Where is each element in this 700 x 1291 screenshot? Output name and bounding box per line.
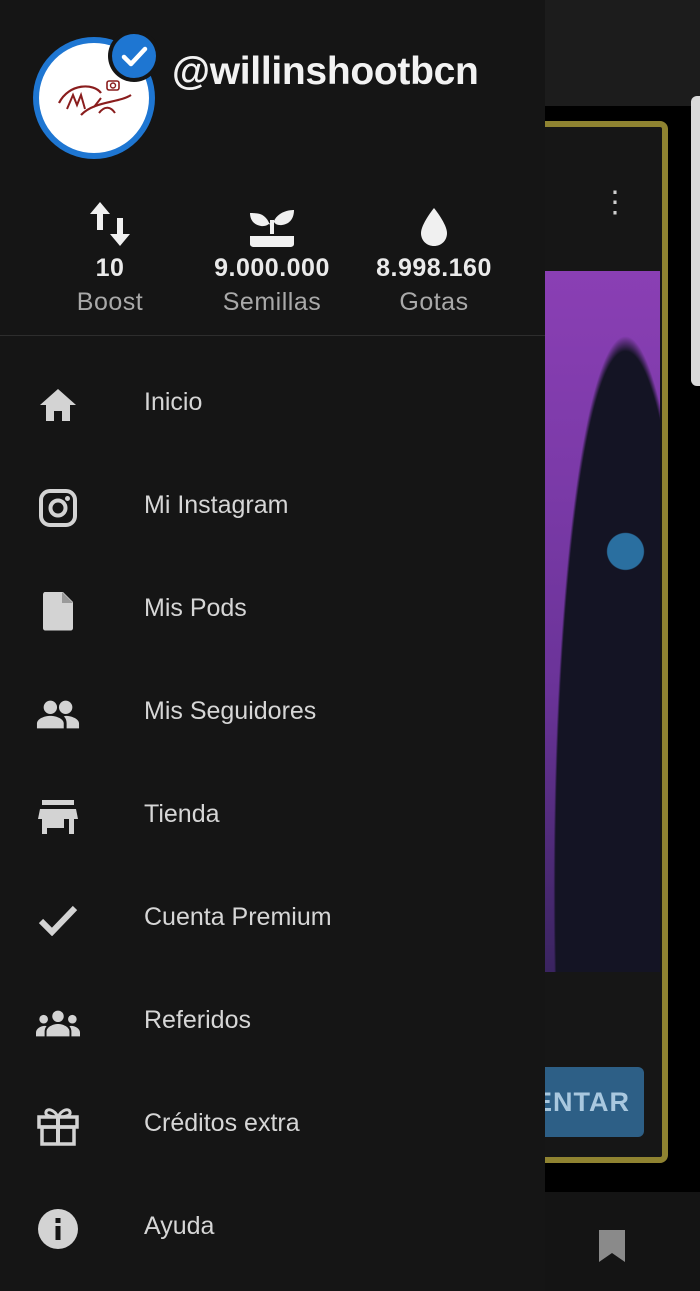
verified-badge-icon bbox=[108, 30, 160, 82]
menu-item-inicio[interactable]: Inicio bbox=[0, 353, 545, 456]
menu-item-tienda[interactable]: Tienda bbox=[0, 765, 545, 868]
instagram-icon bbox=[39, 489, 77, 527]
menu-item-label: Créditos extra bbox=[144, 1109, 300, 1137]
stat-label: Gotas bbox=[399, 288, 469, 316]
store-icon bbox=[38, 800, 78, 834]
menu-item-mis-seguidores[interactable]: Mis Seguidores bbox=[0, 662, 545, 765]
menu-item-label: Ayuda bbox=[144, 1212, 215, 1240]
stat-semillas[interactable]: 9.000.000 Semillas bbox=[187, 196, 357, 320]
scrollbar[interactable] bbox=[691, 96, 700, 386]
menu-item-label: Mi Instagram bbox=[144, 491, 289, 519]
info-icon bbox=[38, 1209, 78, 1249]
menu-item-mis-pods[interactable]: Mis Pods bbox=[0, 559, 545, 662]
menu-item-cuenta-premium[interactable]: Cuenta Premium bbox=[0, 868, 545, 971]
water-drop-icon bbox=[421, 208, 447, 246]
menu-item-label: Inicio bbox=[144, 388, 203, 416]
stat-gotas[interactable]: 8.998.160 Gotas bbox=[349, 196, 519, 320]
stat-boost[interactable]: 10 Boost bbox=[25, 196, 195, 320]
divider bbox=[0, 335, 545, 336]
stat-value: 9.000.000 bbox=[214, 254, 330, 282]
background-post-image bbox=[545, 271, 660, 972]
home-icon bbox=[40, 389, 76, 421]
menu-item-label: Referidos bbox=[144, 1006, 251, 1034]
menu-item-creditos-extra[interactable]: Créditos extra bbox=[0, 1074, 545, 1177]
bookmark-icon[interactable] bbox=[597, 1228, 627, 1264]
stat-label: Boost bbox=[76, 288, 144, 316]
more-options-icon[interactable]: ⋮ bbox=[600, 183, 630, 223]
menu-item-label: Cuenta Premium bbox=[144, 903, 332, 931]
people-icon bbox=[36, 700, 80, 729]
check-icon bbox=[38, 905, 78, 936]
username[interactable]: @willinshootbcn bbox=[172, 50, 479, 94]
stat-label: Semillas bbox=[222, 288, 322, 316]
file-icon bbox=[43, 592, 73, 631]
menu-item-label: Mis Seguidores bbox=[144, 697, 317, 725]
stat-value: 8.998.160 bbox=[376, 254, 492, 282]
menu-item-referidos[interactable]: Referidos bbox=[0, 971, 545, 1074]
menu-item-label: Tienda bbox=[144, 800, 220, 828]
stat-value: 10 bbox=[95, 254, 125, 282]
menu-item-mi-instagram[interactable]: Mi Instagram bbox=[0, 456, 545, 559]
menu-item-ayuda[interactable]: Ayuda bbox=[0, 1177, 545, 1280]
menu-item-label: Mis Pods bbox=[144, 594, 247, 622]
groups-icon bbox=[36, 1010, 80, 1037]
gift-icon bbox=[37, 1108, 79, 1146]
navigation-drawer: @willinshootbcn 10 Boost 9.000.000 Semil… bbox=[0, 0, 545, 1291]
seedling-icon bbox=[250, 210, 294, 247]
swap-vertical-icon bbox=[90, 202, 130, 246]
